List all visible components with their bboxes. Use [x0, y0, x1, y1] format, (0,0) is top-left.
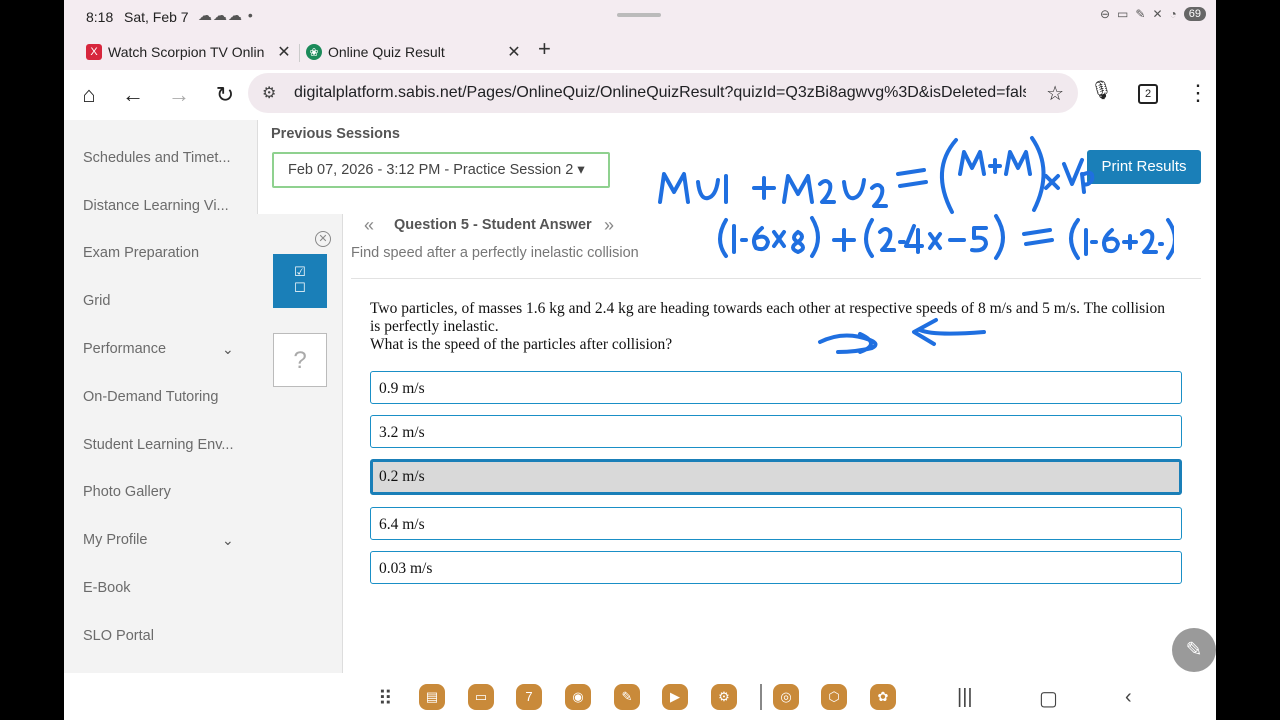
- close-icon[interactable]: ✕: [315, 231, 331, 247]
- status-icons: ⊖ ▭ ✎ ✕ ◔ 69: [1100, 7, 1206, 21]
- mute-icon: ✕: [1152, 7, 1163, 21]
- session-dropdown[interactable]: Feb 07, 2026 - 3:12 PM - Practice Sessio…: [272, 152, 610, 188]
- calendar-app-icon[interactable]: 7: [516, 684, 542, 710]
- recents-icon[interactable]: |||: [957, 686, 973, 709]
- dock-divider: [760, 684, 762, 710]
- answer-option-label: 0.2 m/s: [379, 468, 425, 485]
- notes-app-icon[interactable]: ▤: [419, 684, 445, 710]
- question-text: Two particles, of masses 1.6 kg and 2.4 …: [370, 300, 1170, 354]
- browser-toolbar: ⌂ ← → ↻ ⚙ digitalplatform.sabis.net/Page…: [64, 70, 1216, 120]
- sabis-favicon-icon: ❀: [306, 44, 322, 60]
- url-text[interactable]: digitalplatform.sabis.net/Pages/OnlineQu…: [294, 84, 1026, 102]
- battery-indicator: 69: [1183, 7, 1206, 21]
- question-answered-tile[interactable]: ☑ ☐: [273, 254, 327, 308]
- site-settings-icon[interactable]: ⚙: [262, 83, 276, 103]
- tablet-screen: 8:18 Sat, Feb 7 ☁☁☁ • ⊖ ▭ ✎ ✕ ◔ 69 X Wat…: [64, 0, 1216, 720]
- sidebar-item-exam-preparation[interactable]: Exam Preparation: [83, 245, 241, 261]
- question-title: Question 5 - Student Answer: [394, 217, 592, 233]
- answer-option[interactable]: 6.4 m/s: [370, 507, 1182, 540]
- sidebar-item-slo-portal[interactable]: SLO Portal: [83, 628, 241, 644]
- checkbox-checked-icon: ☑: [294, 264, 306, 279]
- chrome-app-icon[interactable]: ◎: [773, 684, 799, 710]
- sidebar-item-distance-learning[interactable]: Distance Learning Vi...: [83, 198, 241, 214]
- status-date: Sat, Feb 7: [124, 9, 189, 25]
- sidebar-item-on-demand-tutoring[interactable]: On-Demand Tutoring: [83, 389, 241, 405]
- next-question-icon[interactable]: »: [604, 215, 614, 236]
- answer-option-label: 3.2 m/s: [379, 424, 425, 441]
- sidebar-item-my-profile[interactable]: My Profile: [83, 532, 241, 548]
- files-app-icon[interactable]: ▭: [468, 684, 494, 710]
- tab-divider: [299, 44, 300, 62]
- scorpion-favicon-icon: X: [86, 44, 102, 60]
- pen-app-icon[interactable]: ✎: [614, 684, 640, 710]
- pen-icon: ✎: [1135, 7, 1146, 21]
- menu-kebab-icon[interactable]: ⋮: [1187, 80, 1209, 106]
- camera-app-icon[interactable]: ◉: [565, 684, 591, 710]
- question-text-line1: Two particles, of masses 1.6 kg and 2.4 …: [370, 300, 1165, 335]
- answer-option-label: 0.9 m/s: [379, 380, 425, 397]
- sidebar-item-student-learning[interactable]: Student Learning Env...: [83, 437, 241, 453]
- new-tab-button[interactable]: +: [538, 36, 551, 62]
- microphone-icon[interactable]: 🎙: [1090, 80, 1113, 101]
- tab-switcher-button[interactable]: 2: [1138, 84, 1158, 104]
- home-button-icon[interactable]: ▢: [1039, 686, 1058, 711]
- question-unanswered-tile[interactable]: ?: [273, 333, 327, 387]
- sidebar-item-ebook[interactable]: E-Book: [83, 580, 241, 596]
- answer-option[interactable]: 3.2 m/s: [370, 415, 1182, 448]
- wifi-icon: ◔: [1169, 7, 1177, 21]
- close-tab-icon[interactable]: ✕: [274, 42, 294, 62]
- previous-question-icon[interactable]: «: [364, 215, 374, 236]
- tab-scorpion[interactable]: X Watch Scorpion TV Online | F ✕: [86, 34, 298, 70]
- tab-online-quiz-result[interactable]: ❀ Online Quiz Result ✕: [306, 34, 528, 70]
- answer-option-selected[interactable]: 0.2 m/s: [370, 459, 1182, 495]
- chevron-down-icon[interactable]: ⌄: [222, 341, 234, 358]
- tab-title: Online Quiz Result: [328, 44, 445, 60]
- notification-icons: ☁☁☁ •: [198, 7, 254, 23]
- answer-option-label: 6.4 m/s: [379, 516, 425, 533]
- status-bar: 8:18 Sat, Feb 7 ☁☁☁ • ⊖ ▭ ✎ ✕ ◔ 69: [64, 0, 1216, 34]
- chevron-down-icon[interactable]: ⌄: [222, 532, 234, 549]
- sidebar-item-performance[interactable]: Performance: [83, 341, 241, 357]
- sidebar: Schedules and Timet... Distance Learning…: [64, 120, 258, 673]
- play-store-icon[interactable]: ▶: [662, 684, 688, 710]
- forward-icon[interactable]: →: [166, 82, 192, 108]
- checkbox-empty-icon: ☐: [294, 280, 306, 295]
- print-results-button[interactable]: Print Results: [1087, 150, 1201, 184]
- gallery-app-icon[interactable]: ✿: [870, 684, 896, 710]
- sidebar-item-schedules[interactable]: Schedules and Timet...: [83, 150, 241, 166]
- session-selected-value: Feb 07, 2026 - 3:12 PM - Practice Sessio…: [288, 162, 585, 178]
- dnd-icon: ⊖: [1099, 7, 1111, 21]
- edit-pen-button[interactable]: ✎: [1172, 628, 1216, 672]
- answer-option[interactable]: 0.9 m/s: [370, 371, 1182, 404]
- sidebar-item-photo-gallery[interactable]: Photo Gallery: [83, 484, 241, 500]
- home-icon[interactable]: ⌂: [76, 82, 102, 108]
- reload-icon[interactable]: ↻: [212, 82, 238, 108]
- question-text-line2: What is the speed of the particles after…: [370, 336, 673, 353]
- answer-option-label: 0.03 m/s: [379, 560, 433, 577]
- answer-option[interactable]: 0.03 m/s: [370, 551, 1182, 584]
- sidebar-item-grid[interactable]: Grid: [83, 293, 241, 309]
- address-bar[interactable]: ⚙ digitalplatform.sabis.net/Pages/Online…: [248, 73, 1078, 113]
- status-time: 8:18: [86, 9, 114, 25]
- cast-icon: ▭: [1117, 7, 1129, 21]
- previous-sessions-label: Previous Sessions: [271, 126, 400, 142]
- divider: [351, 278, 1201, 279]
- bookmark-star-icon[interactable]: ☆: [1046, 81, 1064, 106]
- tab-title: Watch Scorpion TV Online | F: [108, 44, 264, 60]
- settings-app-icon[interactable]: ⚙: [711, 684, 737, 710]
- video-app-icon[interactable]: ⬡: [821, 684, 847, 710]
- drag-handle[interactable]: [617, 13, 661, 17]
- back-button-icon[interactable]: ‹: [1125, 686, 1132, 709]
- app-drawer-icon[interactable]: ⠿: [378, 686, 393, 711]
- back-icon[interactable]: ←: [120, 82, 146, 108]
- tab-bar: X Watch Scorpion TV Online | F ✕ ❀ Onlin…: [64, 34, 1216, 70]
- question-subtitle: Find speed after a perfectly inelastic c…: [351, 245, 639, 261]
- close-tab-icon[interactable]: ✕: [504, 42, 524, 62]
